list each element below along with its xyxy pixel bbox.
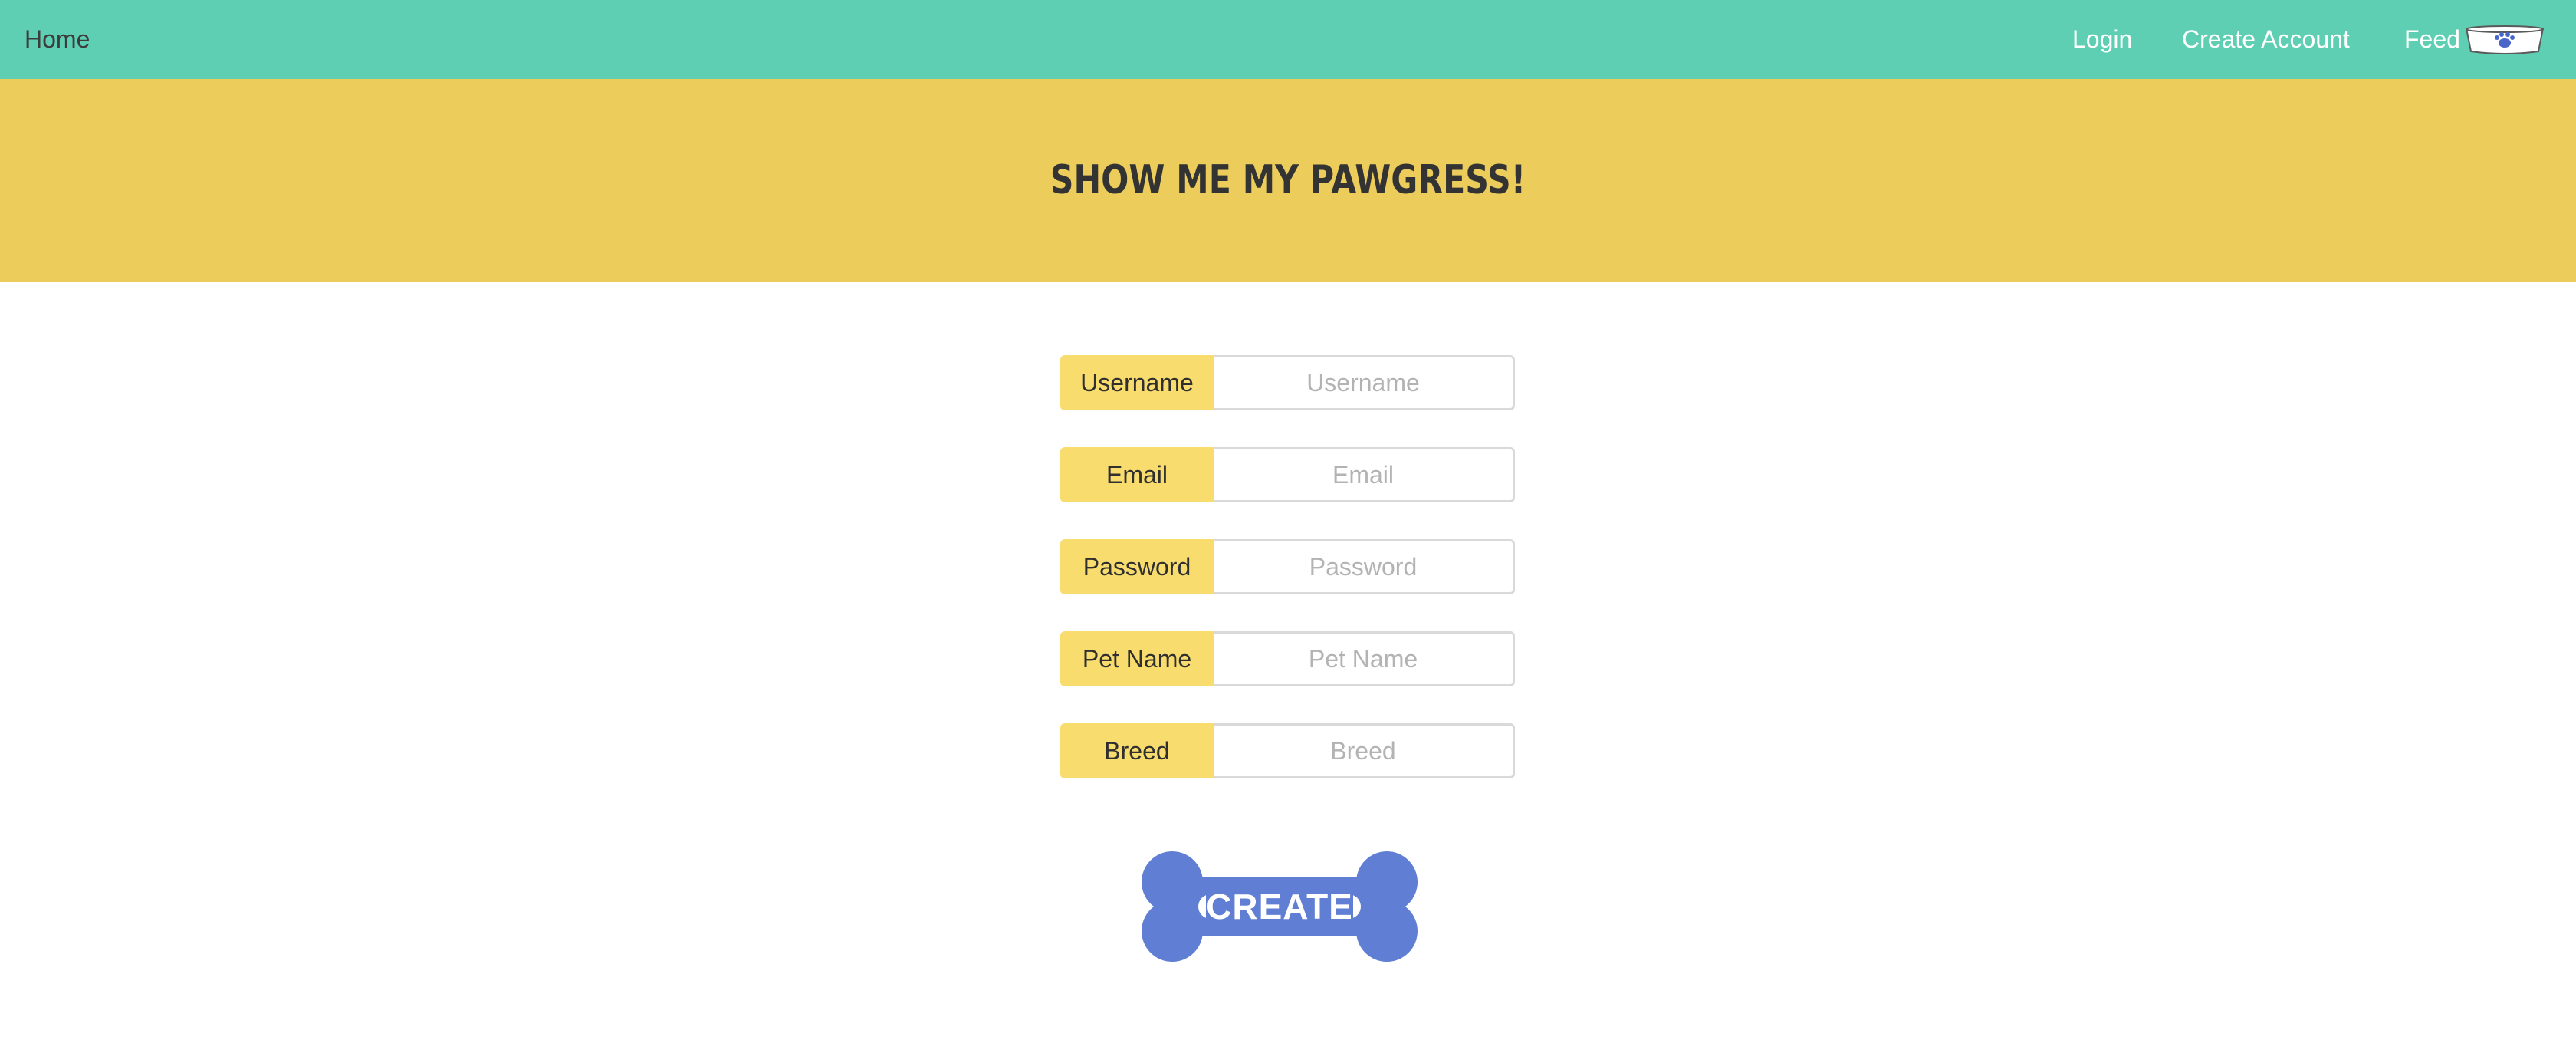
breed-label: Breed <box>1060 723 1214 778</box>
breed-row: Breed <box>1060 723 1515 778</box>
breed-input[interactable] <box>1214 723 1515 778</box>
password-row: Password <box>1060 539 1515 594</box>
nav-feed-link[interactable]: Feed <box>2404 0 2460 79</box>
pet-name-row: Pet Name <box>1060 631 1515 686</box>
pet-bowl-icon[interactable] <box>2464 25 2545 54</box>
nav-home-link[interactable]: Home <box>25 0 90 79</box>
create-button-label: CREATE <box>1206 887 1353 926</box>
top-navbar: Home Login Create Account Feed <box>0 0 2576 79</box>
username-row: Username <box>1060 355 1515 410</box>
email-input[interactable] <box>1214 447 1515 502</box>
hero-banner: SHOW ME MY PAWGRESS! <box>0 79 2576 282</box>
email-label: Email <box>1060 447 1214 502</box>
page-title: SHOW ME MY PAWGRESS! <box>1050 157 1526 203</box>
email-row: Email <box>1060 447 1515 502</box>
nav-create-account-link[interactable]: Create Account <box>2182 0 2350 79</box>
username-input[interactable] <box>1214 355 1515 410</box>
create-button[interactable]: CREATE <box>1137 850 1422 963</box>
password-label: Password <box>1060 539 1214 594</box>
nav-login-link[interactable]: Login <box>2072 0 2132 79</box>
pet-name-input[interactable] <box>1214 631 1515 686</box>
password-input[interactable] <box>1214 539 1515 594</box>
username-label: Username <box>1060 355 1214 410</box>
pet-name-label: Pet Name <box>1060 631 1214 686</box>
